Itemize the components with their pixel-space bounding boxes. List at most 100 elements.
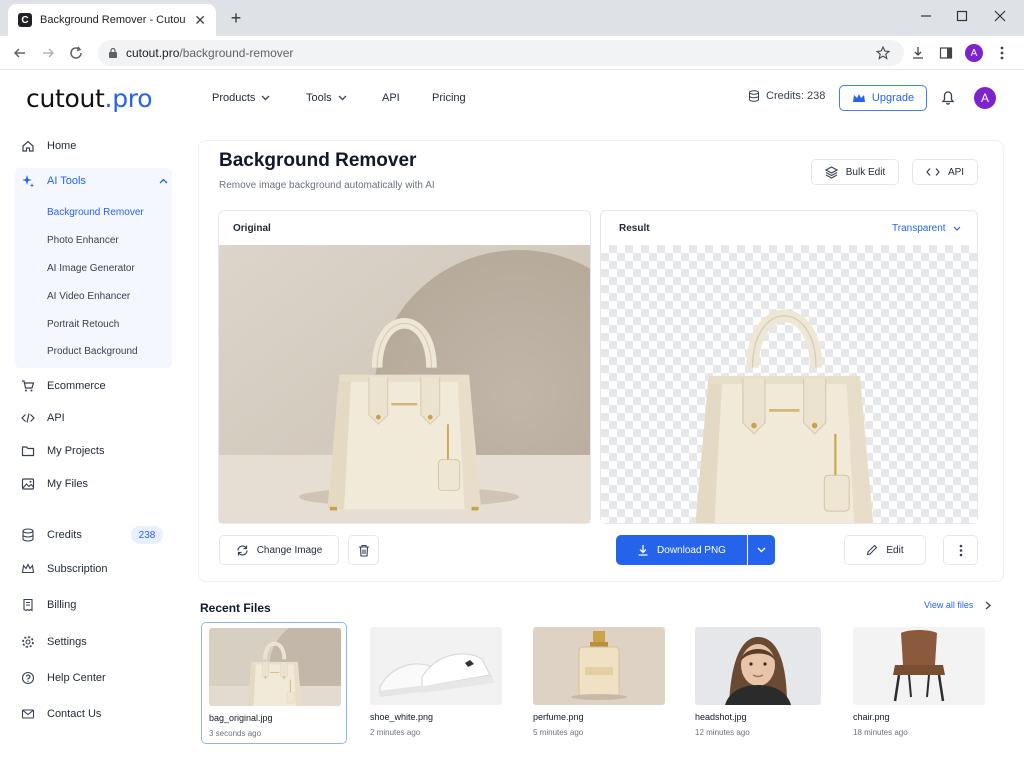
- sidebar-item-contact-us[interactable]: Contact Us: [20, 703, 168, 725]
- sidebar-item-billing[interactable]: Billing: [20, 594, 168, 616]
- sidebar-item-my-projects[interactable]: My Projects: [20, 440, 168, 462]
- layers-icon: [824, 165, 838, 179]
- sidebar-item-label: Subscription: [47, 563, 108, 575]
- nav-products[interactable]: Products: [212, 92, 270, 104]
- receipt-icon: [20, 598, 36, 612]
- more-options-button[interactable]: [943, 535, 978, 565]
- sidebar-item-my-files[interactable]: My Files: [20, 473, 168, 495]
- bookmark-star-icon[interactable]: [873, 43, 893, 63]
- file-thumbnail: [695, 627, 821, 705]
- recent-file-card[interactable]: shoe_white.png 2 minutes ago: [363, 622, 509, 744]
- nav-api[interactable]: API: [382, 92, 400, 104]
- browser-tab[interactable]: C Background Remover - Cutout.Pro ✕: [8, 4, 216, 36]
- crown-icon: [20, 562, 36, 576]
- api-button[interactable]: API: [912, 159, 978, 185]
- upgrade-button[interactable]: Upgrade: [839, 85, 927, 111]
- download-icon[interactable]: [908, 43, 928, 63]
- url-text: cutout.pro/background-remover: [126, 46, 293, 60]
- sidebar-item-home[interactable]: Home: [20, 135, 168, 157]
- sidebar-item-ecommerce[interactable]: Ecommerce: [20, 375, 168, 397]
- submenu-photo-enhancer[interactable]: Photo Enhancer: [47, 235, 119, 246]
- browser-menu-icon[interactable]: [992, 43, 1012, 63]
- back-icon[interactable]: [10, 43, 30, 63]
- reload-icon[interactable]: [66, 43, 86, 63]
- sidebar-item-settings[interactable]: Settings: [20, 631, 168, 653]
- close-window-icon[interactable]: [988, 6, 1012, 26]
- mail-icon: [20, 707, 36, 721]
- recent-files-title: Recent Files: [200, 601, 271, 615]
- home-icon: [20, 139, 36, 153]
- chevron-down-icon: [757, 547, 766, 553]
- tab-title: Background Remover - Cutout.Pro: [40, 14, 186, 26]
- view-all-label: View all files: [924, 600, 974, 610]
- url-bar[interactable]: cutout.pro/background-remover: [98, 40, 904, 66]
- submenu-ai-image-generator[interactable]: AI Image Generator: [47, 263, 135, 274]
- nav-pricing[interactable]: Pricing: [432, 92, 466, 104]
- sidebar-item-label: Billing: [47, 599, 77, 611]
- forward-icon[interactable]: [38, 43, 58, 63]
- sidebar-item-label: My Files: [47, 478, 88, 490]
- sidebar-item-label: Credits: [47, 529, 82, 541]
- bulk-edit-button[interactable]: Bulk Edit: [811, 159, 899, 185]
- submenu-portrait-retouch[interactable]: Portrait Retouch: [47, 319, 119, 330]
- file-time: 3 seconds ago: [209, 729, 262, 738]
- credits-badge: 238: [131, 526, 163, 544]
- nav-tools-label: Tools: [306, 92, 332, 104]
- delete-button[interactable]: [348, 535, 379, 565]
- recent-file-card[interactable]: bag_original.jpg 3 seconds ago: [201, 622, 347, 744]
- maximize-icon[interactable]: [950, 6, 974, 26]
- change-image-label: Change Image: [256, 544, 323, 556]
- chevron-down-icon: [953, 226, 960, 231]
- sparkle-icon: [20, 174, 36, 188]
- result-image[interactable]: [601, 245, 977, 523]
- url-host: cutout.pro: [126, 46, 180, 60]
- submenu-ai-video-enhancer[interactable]: AI Video Enhancer: [47, 291, 130, 302]
- edit-button[interactable]: Edit: [844, 535, 926, 565]
- change-image-button[interactable]: Change Image: [219, 535, 339, 565]
- more-vertical-icon: [959, 544, 962, 556]
- file-time: 12 minutes ago: [695, 728, 750, 737]
- sidebar-item-subscription[interactable]: Subscription: [20, 558, 168, 580]
- file-thumbnail: [533, 627, 665, 705]
- credits-label: Credits: 238: [766, 90, 826, 102]
- nav-products-label: Products: [212, 92, 256, 104]
- logo[interactable]: cutout.pro: [26, 84, 152, 113]
- original-label: Original: [233, 223, 271, 234]
- view-all-files-link[interactable]: View all files: [924, 600, 992, 610]
- logo-text: cutout: [26, 84, 105, 113]
- file-time: 5 minutes ago: [533, 728, 584, 737]
- recent-file-card[interactable]: chair.png 18 minutes ago: [846, 622, 992, 744]
- submenu-product-background[interactable]: Product Background: [47, 346, 138, 357]
- file-time: 18 minutes ago: [853, 728, 908, 737]
- minimize-icon[interactable]: [914, 6, 938, 26]
- background-select-value: Transparent: [892, 223, 946, 234]
- edit-label: Edit: [886, 544, 904, 556]
- user-avatar[interactable]: A: [974, 87, 996, 109]
- refresh-icon: [237, 544, 248, 556]
- recent-file-card[interactable]: perfume.png 5 minutes ago: [526, 622, 672, 744]
- code-icon: [20, 411, 36, 425]
- file-name: headshot.jpg: [695, 712, 747, 722]
- sidebar-item-ai-tools[interactable]: AI Tools: [20, 170, 168, 192]
- background-select[interactable]: Transparent: [892, 223, 961, 234]
- tab-close-icon[interactable]: ✕: [194, 12, 206, 29]
- bell-icon[interactable]: [940, 90, 956, 106]
- credits-indicator[interactable]: Credits: 238: [748, 90, 825, 102]
- nav-pricing-label: Pricing: [432, 92, 466, 104]
- file-thumbnail: [853, 627, 985, 705]
- sidebar-item-api[interactable]: API: [20, 407, 168, 429]
- download-options-button[interactable]: [748, 535, 775, 565]
- side-panel-icon[interactable]: [936, 43, 956, 63]
- lock-icon: [108, 47, 118, 59]
- profile-icon[interactable]: A: [964, 43, 984, 63]
- file-time: 2 minutes ago: [370, 728, 421, 737]
- original-image[interactable]: [219, 245, 590, 523]
- nav-tools[interactable]: Tools: [306, 92, 347, 104]
- chevron-down-icon: [338, 95, 347, 101]
- chevron-down-icon: [261, 95, 270, 101]
- sidebar-item-help-center[interactable]: Help Center: [20, 667, 168, 689]
- submenu-background-remover[interactable]: Background Remover: [47, 207, 144, 218]
- new-tab-icon[interactable]: +: [226, 8, 246, 28]
- download-png-button[interactable]: Download PNG: [616, 535, 747, 565]
- recent-file-card[interactable]: headshot.jpg 12 minutes ago: [688, 622, 834, 744]
